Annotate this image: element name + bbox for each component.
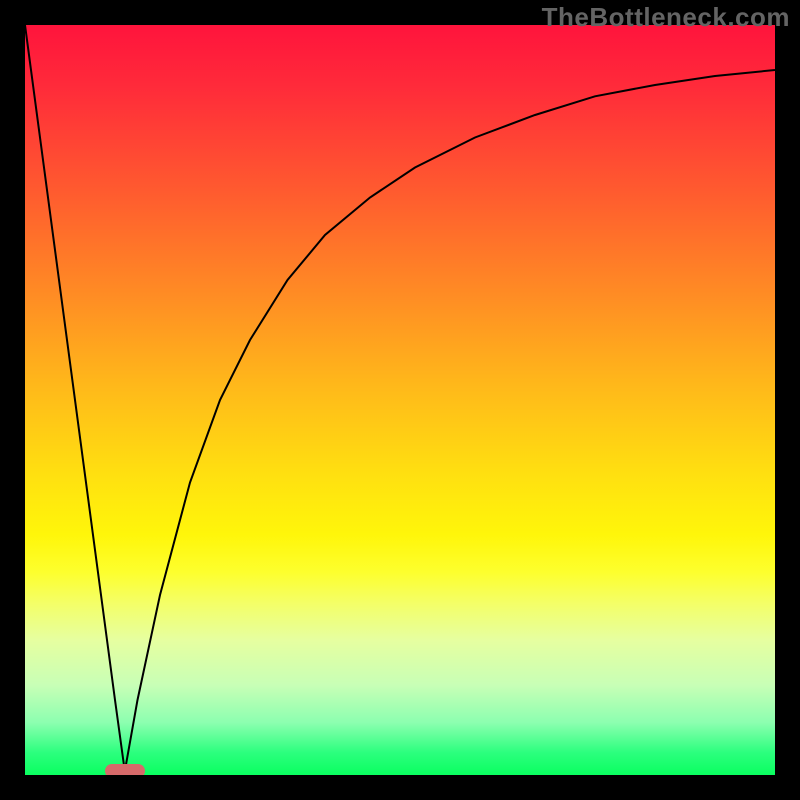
bottleneck-marker [105, 764, 145, 775]
curve-layer [25, 25, 775, 775]
watermark-text: TheBottleneck.com [542, 2, 790, 33]
curve-left-branch [25, 25, 125, 771]
plot-area [25, 25, 775, 775]
curve-right-branch [125, 70, 775, 771]
chart-frame: TheBottleneck.com [0, 0, 800, 800]
